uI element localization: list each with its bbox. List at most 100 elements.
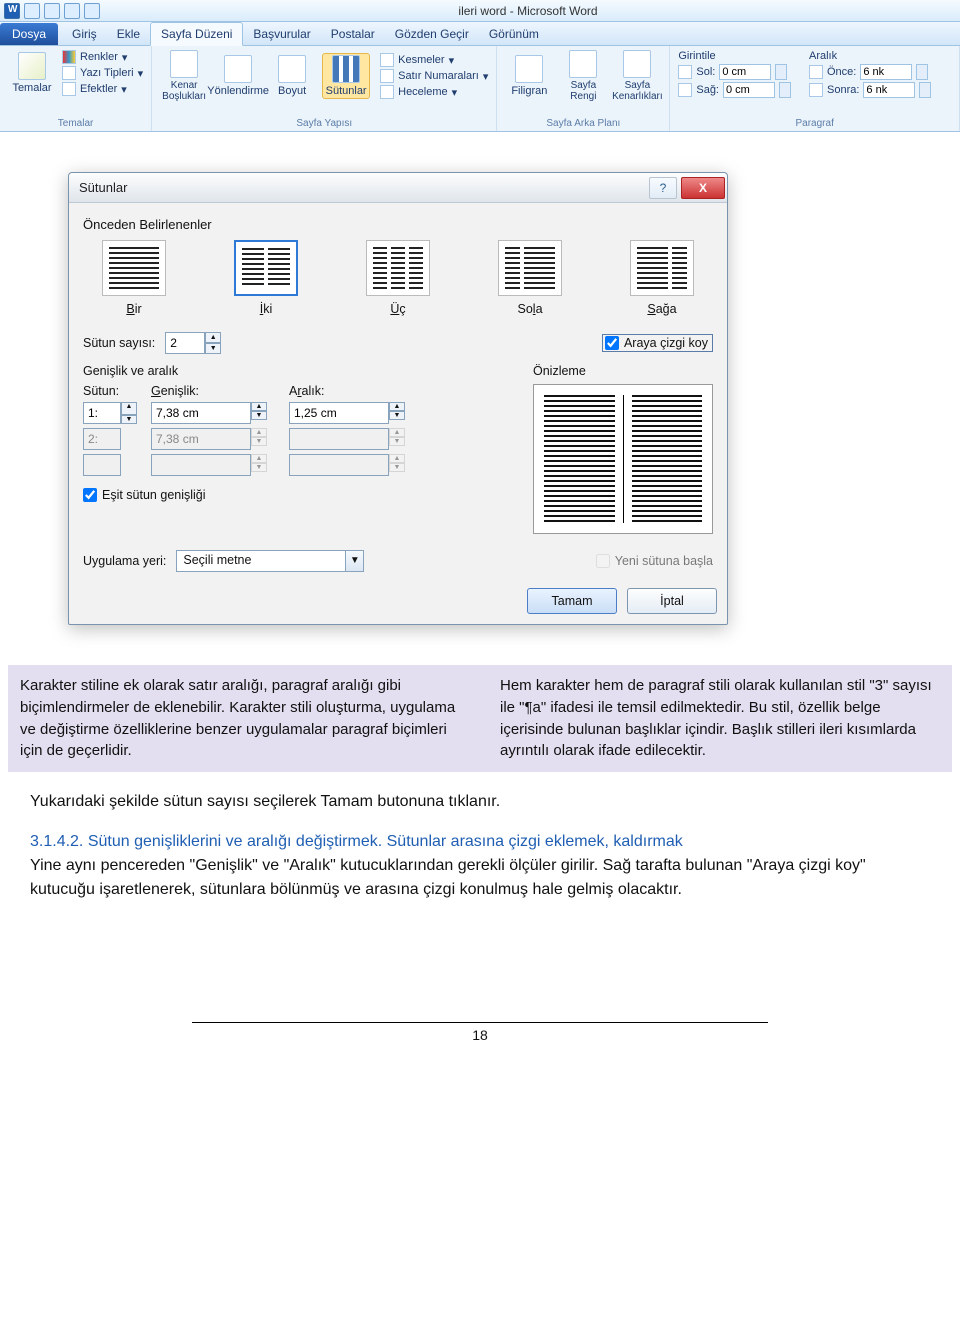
onizleme-preview <box>533 384 713 534</box>
aralik-label: Aralık <box>809 50 931 62</box>
row1-no[interactable] <box>83 402 121 424</box>
size-icon <box>278 55 306 83</box>
spin-down-icon[interactable]: ▼ <box>205 343 221 354</box>
once-input[interactable] <box>860 64 912 80</box>
onizleme-label: Önizleme <box>533 364 713 378</box>
spin-up-icon[interactable]: ▲ <box>205 332 221 343</box>
tab-postalar[interactable]: Postalar <box>321 23 385 45</box>
yazi-tipleri-button[interactable]: Yazı Tipleri ▾ <box>62 66 143 80</box>
chevron-down-icon: ▾ <box>138 67 144 80</box>
group-label-sayfa-yapisi: Sayfa Yapısı <box>152 118 496 129</box>
qat-undo-icon[interactable] <box>44 3 60 19</box>
page-borders-icon <box>623 50 651 78</box>
breaks-icon <box>380 53 394 67</box>
space-before-icon <box>809 65 823 79</box>
tab-ekle[interactable]: Ekle <box>107 23 150 45</box>
dialog-title: Sütunlar <box>79 180 649 195</box>
genislik-aralik-label: Genişlik ve aralık <box>83 364 503 378</box>
spinner[interactable] <box>919 82 931 98</box>
preset-iki[interactable]: İki <box>221 240 311 316</box>
window-title: ileri word - Microsoft Word <box>100 4 956 18</box>
sutun-sayisi-label: Sütun sayısı: <box>83 336 155 350</box>
tab-sayfa-duzeni[interactable]: Sayfa Düzeni <box>150 22 243 46</box>
body-p2: Yine aynı pencereden "Genişlik" ve "Aral… <box>30 854 930 902</box>
chevron-down-icon: ▾ <box>121 83 127 96</box>
example-right-column: Hem karakter hem de paragraf stili olara… <box>500 675 940 762</box>
row2-no <box>83 428 121 450</box>
preset-uc[interactable]: Üç <box>353 240 443 316</box>
yonlendirme-button[interactable]: Yönlendirme <box>214 55 262 97</box>
dialog-close-button[interactable]: X <box>681 177 725 199</box>
head-genislik: Genişlik: <box>151 384 281 398</box>
sutun-sayisi-input[interactable] <box>165 332 205 354</box>
uygulama-yeri-dropdown[interactable]: Seçili metne ▼ <box>176 550 364 572</box>
chevron-down-icon: ▾ <box>449 54 455 67</box>
colors-icon <box>62 50 76 64</box>
row3-width <box>151 454 251 476</box>
head-aralik: Aralık: <box>289 384 419 398</box>
chevron-down-icon[interactable]: ▼ <box>346 550 364 572</box>
renkler-button[interactable]: Renkler ▾ <box>62 50 143 64</box>
spinner[interactable] <box>775 64 787 80</box>
row1-width[interactable] <box>151 402 251 424</box>
tab-giris[interactable]: Giriş <box>62 23 107 45</box>
sutun-sayisi-spin[interactable]: ▲▼ <box>165 332 221 354</box>
tab-basvurular[interactable]: Başvurular <box>243 23 320 45</box>
girintile-label: Girintile <box>678 50 791 62</box>
sayfa-kenarliklari-button[interactable]: Sayfa Kenarlıkları <box>613 50 661 102</box>
columns-icon <box>332 55 360 83</box>
sag-input[interactable] <box>723 82 775 98</box>
head-sutun: Sütun: <box>83 384 143 398</box>
margins-icon <box>170 50 198 78</box>
chevron-down-icon: ▾ <box>452 86 458 99</box>
quick-access-toolbar <box>24 3 100 19</box>
page-number: 18 <box>192 1022 768 1043</box>
sayfa-rengi-button[interactable]: Sayfa Rengi <box>559 50 607 102</box>
example-left-column: Karakter stiline ek olarak satır aralığı… <box>20 675 460 762</box>
ribbon-group-temalar: Temalar Renkler ▾ Yazı Tipleri ▾ Efektle… <box>0 46 152 131</box>
qat-save-icon[interactable] <box>24 3 40 19</box>
yeni-sutuna-basla-checkbox: Yeni sütuna başla <box>596 554 713 568</box>
dialog-title-bar[interactable]: Sütunlar ? X <box>69 173 727 203</box>
spinner[interactable] <box>916 64 928 80</box>
iptal-button[interactable]: İptal <box>627 588 717 614</box>
filigran-button[interactable]: Filigran <box>505 55 553 97</box>
sutunlar-button[interactable]: Sütunlar <box>322 53 370 99</box>
tab-gozden-gecir[interactable]: Gözden Geçir <box>385 23 479 45</box>
spinner[interactable] <box>779 82 791 98</box>
preset-bir[interactable]: Bir <box>89 240 179 316</box>
space-after-icon <box>809 83 823 97</box>
dialog-help-button[interactable]: ? <box>649 177 677 199</box>
preset-saga[interactable]: Sağa <box>617 240 707 316</box>
sutunlar-dialog: Sütunlar ? X Önceden Belirlenenler Bir İ… <box>68 172 728 625</box>
preset-sola[interactable]: Sola <box>485 240 575 316</box>
example-columns-text: Karakter stiline ek olarak satır aralığı… <box>8 665 952 772</box>
sol-input[interactable] <box>719 64 771 80</box>
kenar-bosluklari-button[interactable]: Kenar Boşlukları <box>160 50 208 102</box>
document-body: Yukarıdaki şekilde sütun sayısı seçilere… <box>0 772 960 902</box>
boyut-button[interactable]: Boyut <box>268 55 316 97</box>
row1-spacing[interactable] <box>289 402 389 424</box>
group-label-paragraf: Paragraf <box>670 118 959 129</box>
satir-numaralari-button[interactable]: Satır Numaraları ▾ <box>380 69 488 83</box>
qat-redo-icon[interactable] <box>64 3 80 19</box>
hyphenation-icon <box>380 85 394 99</box>
ribbon: Temalar Renkler ▾ Yazı Tipleri ▾ Efektle… <box>0 46 960 132</box>
heceleme-button[interactable]: Heceleme ▾ <box>380 85 488 99</box>
temalar-button[interactable]: Temalar <box>8 52 56 94</box>
kesmeler-button[interactable]: Kesmeler ▾ <box>380 53 488 67</box>
tamam-button[interactable]: Tamam <box>527 588 617 614</box>
esit-sutun-checkbox[interactable]: Eşit sütun genişliği <box>83 488 503 502</box>
tab-gorunum[interactable]: Görünüm <box>479 23 549 45</box>
body-heading: 3.1.4.2. Sütun genişliklerini ve aralığı… <box>30 830 930 854</box>
word-app-icon <box>4 3 20 19</box>
efektler-button[interactable]: Efektler ▾ <box>62 82 143 96</box>
qat-customize-icon[interactable] <box>84 3 100 19</box>
chevron-down-icon: ▾ <box>122 51 128 64</box>
file-tab[interactable]: Dosya <box>0 23 58 45</box>
sonra-input[interactable] <box>863 82 915 98</box>
presets-row: Bir İki Üç Sola Sağa <box>83 240 713 326</box>
row2-spacing <box>289 428 389 450</box>
araya-cizgi-checkbox[interactable]: Araya çizgi koy <box>602 334 713 352</box>
ribbon-tabs: Dosya Giriş Ekle Sayfa Düzeni Başvurular… <box>0 22 960 46</box>
